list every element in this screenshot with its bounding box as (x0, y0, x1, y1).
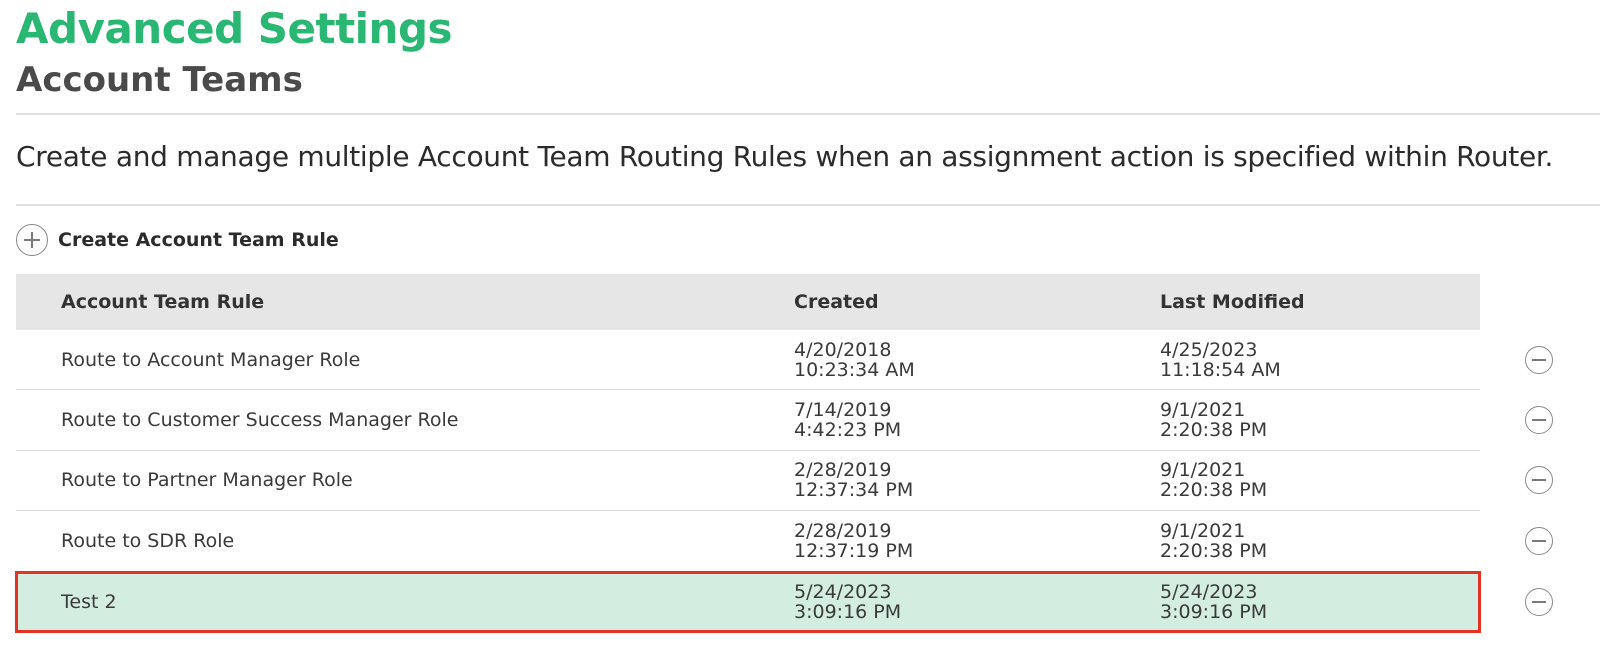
modified-time: 2:20:38 PM (1160, 419, 1268, 442)
last-modified-datetime: 4/25/2023 11:18:54 AM (1160, 340, 1281, 380)
page-subtitle: Account Teams (16, 60, 303, 100)
plus-circle-icon (16, 224, 48, 256)
rule-name[interactable]: Test 2 (61, 591, 117, 613)
last-modified-datetime: 5/24/2023 3:09:16 PM (1160, 582, 1267, 622)
header-divider (16, 113, 1600, 115)
last-modified-datetime: 9/1/2021 2:20:38 PM (1160, 400, 1267, 440)
modified-date: 4/25/2023 (1160, 338, 1258, 361)
table-row[interactable]: Route to Partner Manager Role 2/28/2019 … (16, 451, 1553, 512)
minus-circle-icon[interactable] (1525, 466, 1553, 495)
column-header-last-modified: Last Modified (1160, 291, 1305, 313)
last-modified-datetime: 9/1/2021 2:20:38 PM (1160, 521, 1267, 561)
created-date: 7/14/2019 (794, 399, 892, 422)
page-description: Create and manage multiple Account Team … (16, 140, 1554, 173)
created-time: 12:37:19 PM (794, 539, 914, 562)
table-row[interactable]: Route to Customer Success Manager Role 7… (16, 390, 1553, 451)
table-row[interactable]: Route to Account Manager Role 4/20/2018 … (16, 330, 1553, 391)
created-datetime: 4/20/2018 10:23:34 AM (794, 340, 915, 380)
create-account-team-rule-label: Create Account Team Rule (58, 229, 339, 251)
minus-circle-icon[interactable] (1525, 345, 1553, 374)
modified-date: 9/1/2021 (1160, 459, 1246, 482)
created-time: 4:42:23 PM (794, 419, 902, 442)
table-header-row: Account Team Rule Created Last Modified (16, 274, 1480, 330)
rule-name[interactable]: Route to SDR Role (61, 530, 234, 552)
created-datetime: 2/28/2019 12:37:34 PM (794, 460, 913, 500)
rule-name[interactable]: Route to Partner Manager Role (61, 469, 353, 491)
page-title: Advanced Settings (16, 4, 453, 53)
table-row[interactable]: Route to SDR Role 2/28/2019 12:37:19 PM … (16, 511, 1553, 572)
created-time: 12:37:34 PM (794, 479, 914, 502)
table-row[interactable]: Test 2 5/24/2023 3:09:16 PM 5/24/2023 3:… (15, 570, 1553, 633)
account-team-rules-table: Account Team Rule Created Last Modified … (15, 274, 1553, 633)
created-datetime: 7/14/2019 4:42:23 PM (794, 400, 901, 440)
last-modified-datetime: 9/1/2021 2:20:38 PM (1160, 460, 1267, 500)
created-date: 4/20/2018 (794, 338, 892, 361)
created-date: 5/24/2023 (794, 580, 892, 603)
modified-time: 2:20:38 PM (1160, 539, 1268, 562)
modified-time: 11:18:54 AM (1160, 358, 1281, 381)
created-datetime: 2/28/2019 12:37:19 PM (794, 521, 913, 561)
table-body: Route to Account Manager Role 4/20/2018 … (15, 330, 1553, 633)
modified-date: 9/1/2021 (1160, 399, 1246, 422)
rule-name[interactable]: Route to Account Manager Role (61, 349, 360, 371)
column-header-rule: Account Team Rule (61, 291, 265, 313)
minus-circle-icon[interactable] (1525, 587, 1553, 616)
created-time: 10:23:34 AM (794, 358, 915, 381)
column-header-created: Created (794, 291, 879, 313)
rule-name[interactable]: Route to Customer Success Manager Role (61, 409, 458, 431)
minus-circle-icon[interactable] (1525, 526, 1553, 555)
modified-date: 5/24/2023 (1160, 580, 1258, 603)
created-date: 2/28/2019 (794, 519, 892, 542)
advanced-settings-page: Advanced Settings Account Teams Create a… (0, 0, 1600, 663)
created-time: 3:09:16 PM (794, 600, 902, 623)
modified-time: 3:09:16 PM (1160, 600, 1268, 623)
minus-circle-icon[interactable] (1525, 406, 1553, 435)
modified-time: 2:20:38 PM (1160, 479, 1268, 502)
modified-date: 9/1/2021 (1160, 519, 1246, 542)
create-account-team-rule-button[interactable]: Create Account Team Rule (16, 223, 339, 257)
created-datetime: 5/24/2023 3:09:16 PM (794, 582, 901, 622)
created-date: 2/28/2019 (794, 459, 892, 482)
description-divider (16, 204, 1600, 206)
